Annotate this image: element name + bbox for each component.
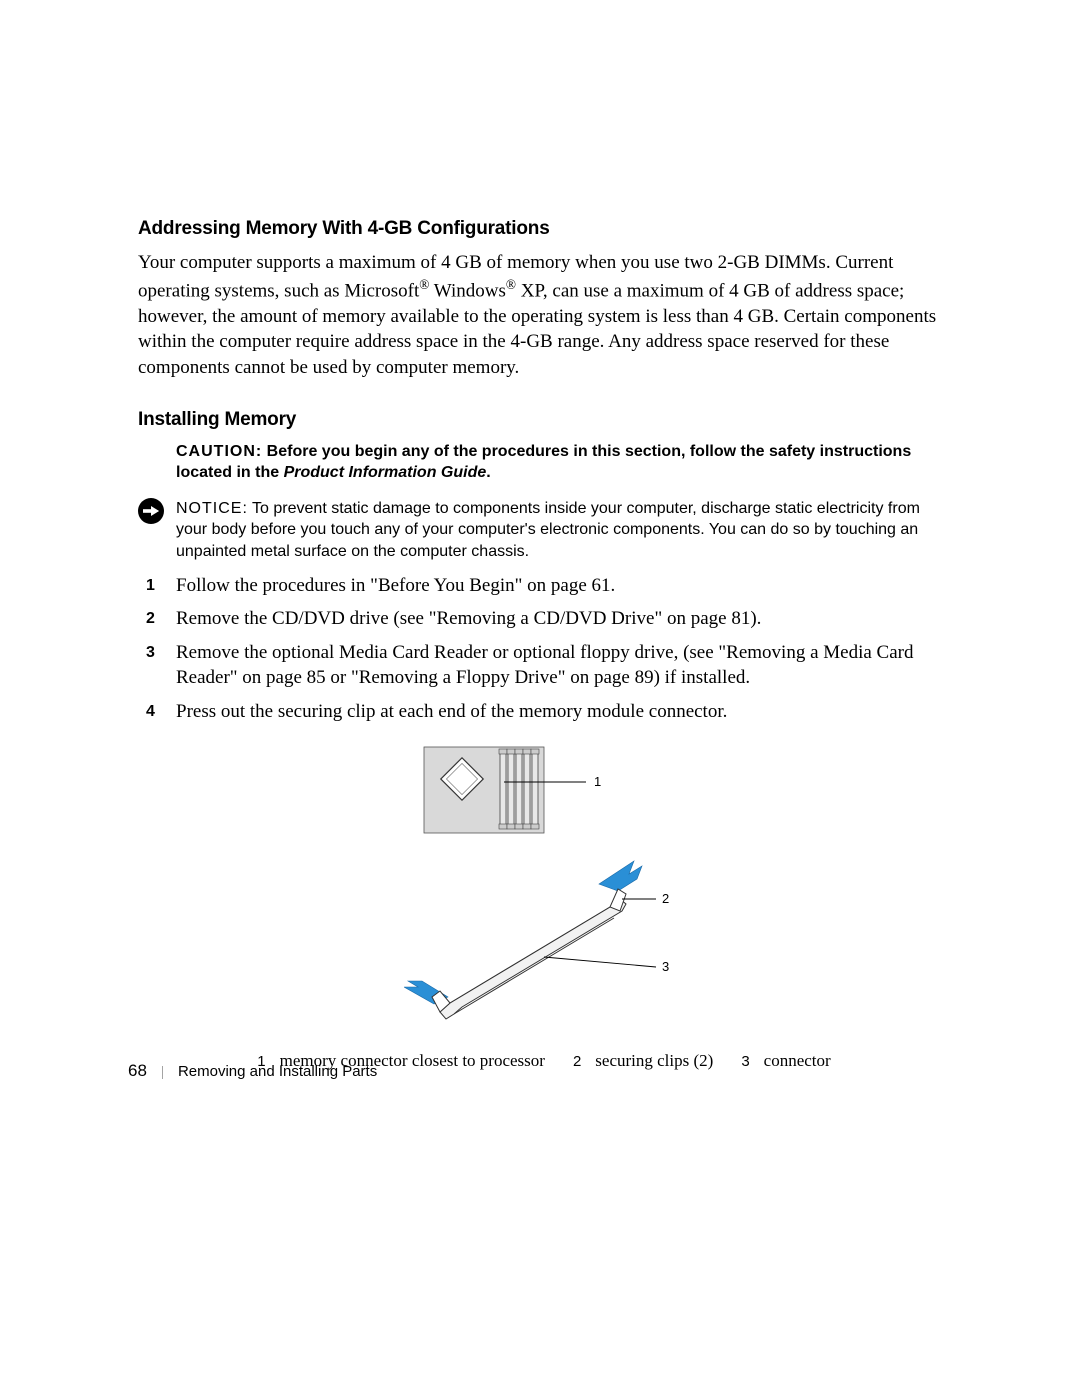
registered-mark-icon: ®	[506, 277, 516, 292]
diagram-label-1: 1	[594, 774, 601, 789]
page-number: 68	[128, 1061, 147, 1081]
memory-connector-diagram: 1 2 3	[404, 739, 684, 1029]
caution-suffix: .	[486, 464, 490, 481]
list-item: Press out the securing clip at each end …	[138, 699, 950, 725]
callout-item: 2securing clips (2)	[573, 1051, 713, 1071]
section-heading-addressing: Addressing Memory With 4-GB Configuratio…	[138, 218, 950, 240]
notice-label: NOTICE:	[176, 500, 248, 517]
arrow-icon	[599, 861, 642, 891]
list-item: Follow the procedures in "Before You Beg…	[138, 573, 950, 599]
footer-section: Removing and Installing Parts	[178, 1063, 377, 1080]
diagram-container: 1 2 3	[138, 739, 950, 1029]
list-item: Remove the CD/DVD drive (see "Removing a…	[138, 606, 950, 632]
registered-mark-icon: ®	[419, 277, 429, 292]
steps-list: Follow the procedures in "Before You Beg…	[138, 573, 950, 725]
footer-separator: |	[161, 1064, 164, 1081]
section-body-addressing: Your computer supports a maximum of 4 GB…	[138, 250, 950, 381]
diagram-label-3: 3	[662, 959, 669, 974]
notice-body: To prevent static damage to components i…	[176, 500, 920, 560]
page-footer: 68 | Removing and Installing Parts	[128, 1061, 377, 1081]
caution-ref: Product Information Guide	[284, 464, 487, 481]
diagram-label-2: 2	[662, 891, 669, 906]
caution-label: CAUTION:	[176, 443, 262, 460]
notice-block: NOTICE: To prevent static damage to comp…	[138, 498, 950, 563]
notice-text: NOTICE: To prevent static damage to comp…	[176, 498, 950, 563]
notice-arrow-icon	[138, 498, 164, 524]
list-item: Remove the optional Media Card Reader or…	[138, 640, 950, 691]
page-content: Addressing Memory With 4-GB Configuratio…	[0, 0, 1080, 1071]
section-heading-installing: Installing Memory	[138, 409, 950, 431]
callout-item: 3connector	[741, 1051, 830, 1071]
caution-block: CAUTION: Before you begin any of the pro…	[176, 441, 950, 484]
